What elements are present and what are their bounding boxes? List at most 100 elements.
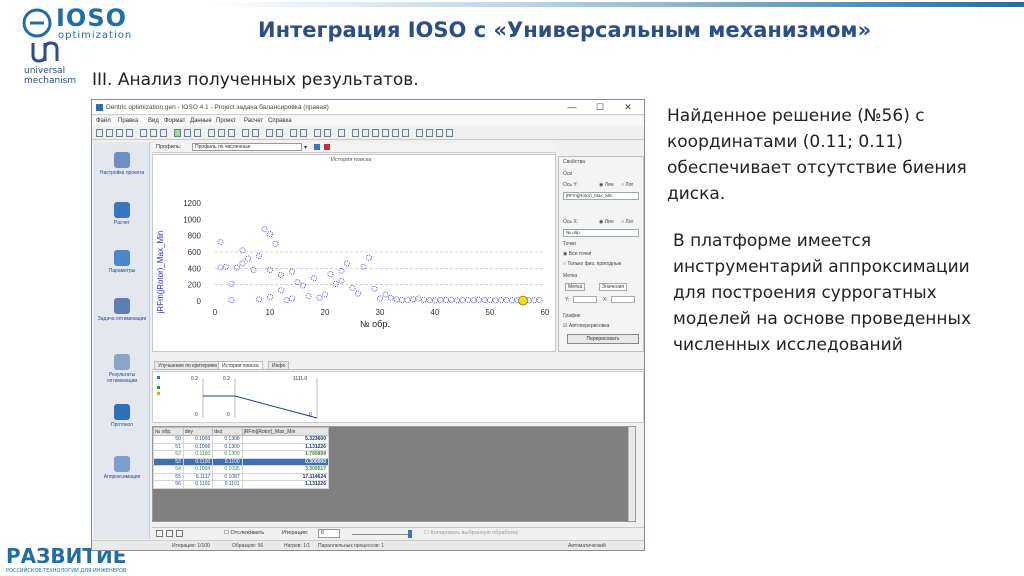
valid-only-radio[interactable]: ○ Только физ. пригодные xyxy=(563,261,621,267)
about-icon[interactable] xyxy=(446,129,453,137)
col-sample-no[interactable]: № обр. xyxy=(153,427,184,436)
export-icon[interactable] xyxy=(314,129,321,137)
track-checkbox[interactable]: ☐ Отслеживать xyxy=(224,530,264,536)
nav-project-settings[interactable]: Настройка проекта xyxy=(96,152,148,176)
table-row[interactable]: 54 0.1094 0.1095 3.309517 xyxy=(153,465,330,474)
prev-page-icon[interactable] xyxy=(166,530,173,537)
step-icon[interactable] xyxy=(184,129,191,137)
table-row[interactable]: 50 0.1093 0.1308 5.323600 xyxy=(153,435,330,444)
props-header: Свойства xyxy=(563,159,585,165)
table-scrollbar[interactable] xyxy=(628,427,635,521)
nav-approximation[interactable]: Аппроксимация xyxy=(96,456,148,480)
minimize-button[interactable]: — xyxy=(562,101,582,113)
binoculars-icon[interactable] xyxy=(426,129,433,137)
col-dez[interactable]: dez xyxy=(212,427,243,436)
window-4-icon[interactable] xyxy=(382,129,389,137)
menu-help[interactable]: Справка xyxy=(268,118,292,124)
table-icon[interactable] xyxy=(266,129,273,137)
first-page-icon[interactable] xyxy=(156,530,163,537)
chart-icon[interactable] xyxy=(276,129,283,137)
table-row[interactable]: 52 0.1100 0.1300 1.789898 xyxy=(153,450,330,459)
protocol-icon xyxy=(114,404,130,420)
universal-mechanism-logo: universal mechanism xyxy=(22,40,84,90)
menu-format[interactable]: Формат xyxy=(164,118,185,124)
paste-icon[interactable] xyxy=(160,129,167,137)
tab-criteria-improvement[interactable]: Улучшение по критериям xyxy=(154,361,221,370)
values-tab[interactable]: Значения xyxy=(599,283,628,291)
chevron-down-icon[interactable]: ▾ xyxy=(304,144,307,151)
window-1-icon[interactable] xyxy=(352,129,359,137)
import-icon[interactable] xyxy=(324,129,331,137)
y-field-select[interactable]: jRFm(jRotor)_Max_Min xyxy=(563,192,639,200)
cut-icon[interactable] xyxy=(140,129,147,137)
align-left-icon[interactable] xyxy=(208,129,215,137)
window-2-icon[interactable] xyxy=(362,129,369,137)
close-button[interactable]: ✕ xyxy=(618,101,638,113)
save-profile-icon[interactable] xyxy=(314,144,320,150)
tab-search-history[interactable]: История поиска xyxy=(218,361,263,370)
menu-project[interactable]: Проект xyxy=(216,118,236,124)
auto-redraw-checkbox[interactable]: ☑ Автоперерисовка xyxy=(563,323,609,329)
col-dey[interactable]: dey xyxy=(182,427,214,436)
window-5-icon[interactable] xyxy=(392,129,399,137)
zoom-out-icon[interactable] xyxy=(252,129,259,137)
settings-icon[interactable] xyxy=(338,129,345,137)
table-row[interactable]: 56 0.1101 0.1101 1.131226 xyxy=(153,480,330,489)
menu-file[interactable]: Файл xyxy=(96,118,111,124)
table-row-selected[interactable]: 53 0.1100 0.1100 0.300000 xyxy=(153,457,330,466)
grid-icon[interactable] xyxy=(290,129,297,137)
best-point-marker xyxy=(518,295,528,306)
x-field-select[interactable]: № обр. xyxy=(563,229,639,237)
all-points-radio[interactable]: ◉ Все точки xyxy=(563,251,591,257)
report-icon[interactable] xyxy=(416,129,423,137)
save-icon[interactable] xyxy=(116,129,123,137)
nav-optimization-results[interactable]: Результаты оптимизации xyxy=(96,354,148,384)
align-center-icon[interactable] xyxy=(218,129,225,137)
profile-select[interactable]: Профиль по численные xyxy=(192,143,302,151)
filter-icon[interactable] xyxy=(300,129,307,137)
run-icon[interactable] xyxy=(174,129,181,137)
col-criterion[interactable]: jRFm(jRotor)_Max_Min xyxy=(241,427,330,436)
table-row[interactable]: 51 0.1096 0.1300 1.131226 xyxy=(153,442,330,451)
iterations-slider[interactable] xyxy=(352,534,412,535)
redraw-button[interactable]: Перерисовать xyxy=(567,334,639,344)
data-point xyxy=(327,271,334,278)
status-iterations: Итерация: 1/100 xyxy=(172,543,210,549)
delete-profile-icon[interactable] xyxy=(324,144,330,150)
print-icon[interactable] xyxy=(126,129,133,137)
y-log-radio[interactable]: ○ Лог xyxy=(621,182,633,188)
menu-data[interactable]: Данные xyxy=(190,118,212,124)
new-icon[interactable] xyxy=(96,129,103,137)
nav-run[interactable]: Расчет xyxy=(96,202,148,226)
data-point xyxy=(288,268,295,275)
slider-handle[interactable] xyxy=(408,530,412,538)
x-log-radio[interactable]: ○ Лог xyxy=(621,219,633,225)
nav-parameters[interactable]: Параметры xyxy=(96,250,148,274)
x-lin-radio[interactable]: ◉ Лин xyxy=(599,219,614,225)
table-row[interactable]: 55 0.1117 0.1087 17.114624 xyxy=(153,472,330,481)
data-point xyxy=(508,297,515,304)
maximize-button[interactable]: ☐ xyxy=(590,101,610,113)
nav-protocol[interactable]: Протокол xyxy=(96,404,148,428)
coord-y-field[interactable] xyxy=(573,296,597,303)
help-icon[interactable] xyxy=(436,129,443,137)
zoom-in-icon[interactable] xyxy=(242,129,249,137)
tab-info[interactable]: Инфо xyxy=(268,361,290,370)
coord-x-field[interactable] xyxy=(611,296,635,303)
nav-optimization-task[interactable]: Задача оптимизации xyxy=(96,298,148,322)
copy-selected-hint[interactable]: ☐ Копировать выбранную обработку xyxy=(424,530,518,536)
data-point xyxy=(475,296,482,303)
window-6-icon[interactable] xyxy=(402,129,409,137)
open-icon[interactable] xyxy=(106,129,113,137)
iterations-input[interactable]: 6 xyxy=(318,529,340,538)
stop-icon[interactable] xyxy=(194,129,201,137)
copy-icon[interactable] xyxy=(150,129,157,137)
next-page-icon[interactable] xyxy=(176,530,183,537)
y-lin-radio[interactable]: ◉ Лин xyxy=(599,182,614,188)
menu-view[interactable]: Вид xyxy=(148,118,159,124)
align-right-icon[interactable] xyxy=(228,129,235,137)
menu-edit[interactable]: Правка xyxy=(118,118,138,124)
mark-tab[interactable]: Метка xyxy=(565,283,586,291)
window-3-icon[interactable] xyxy=(372,129,379,137)
menu-run[interactable]: Расчет xyxy=(244,118,263,124)
